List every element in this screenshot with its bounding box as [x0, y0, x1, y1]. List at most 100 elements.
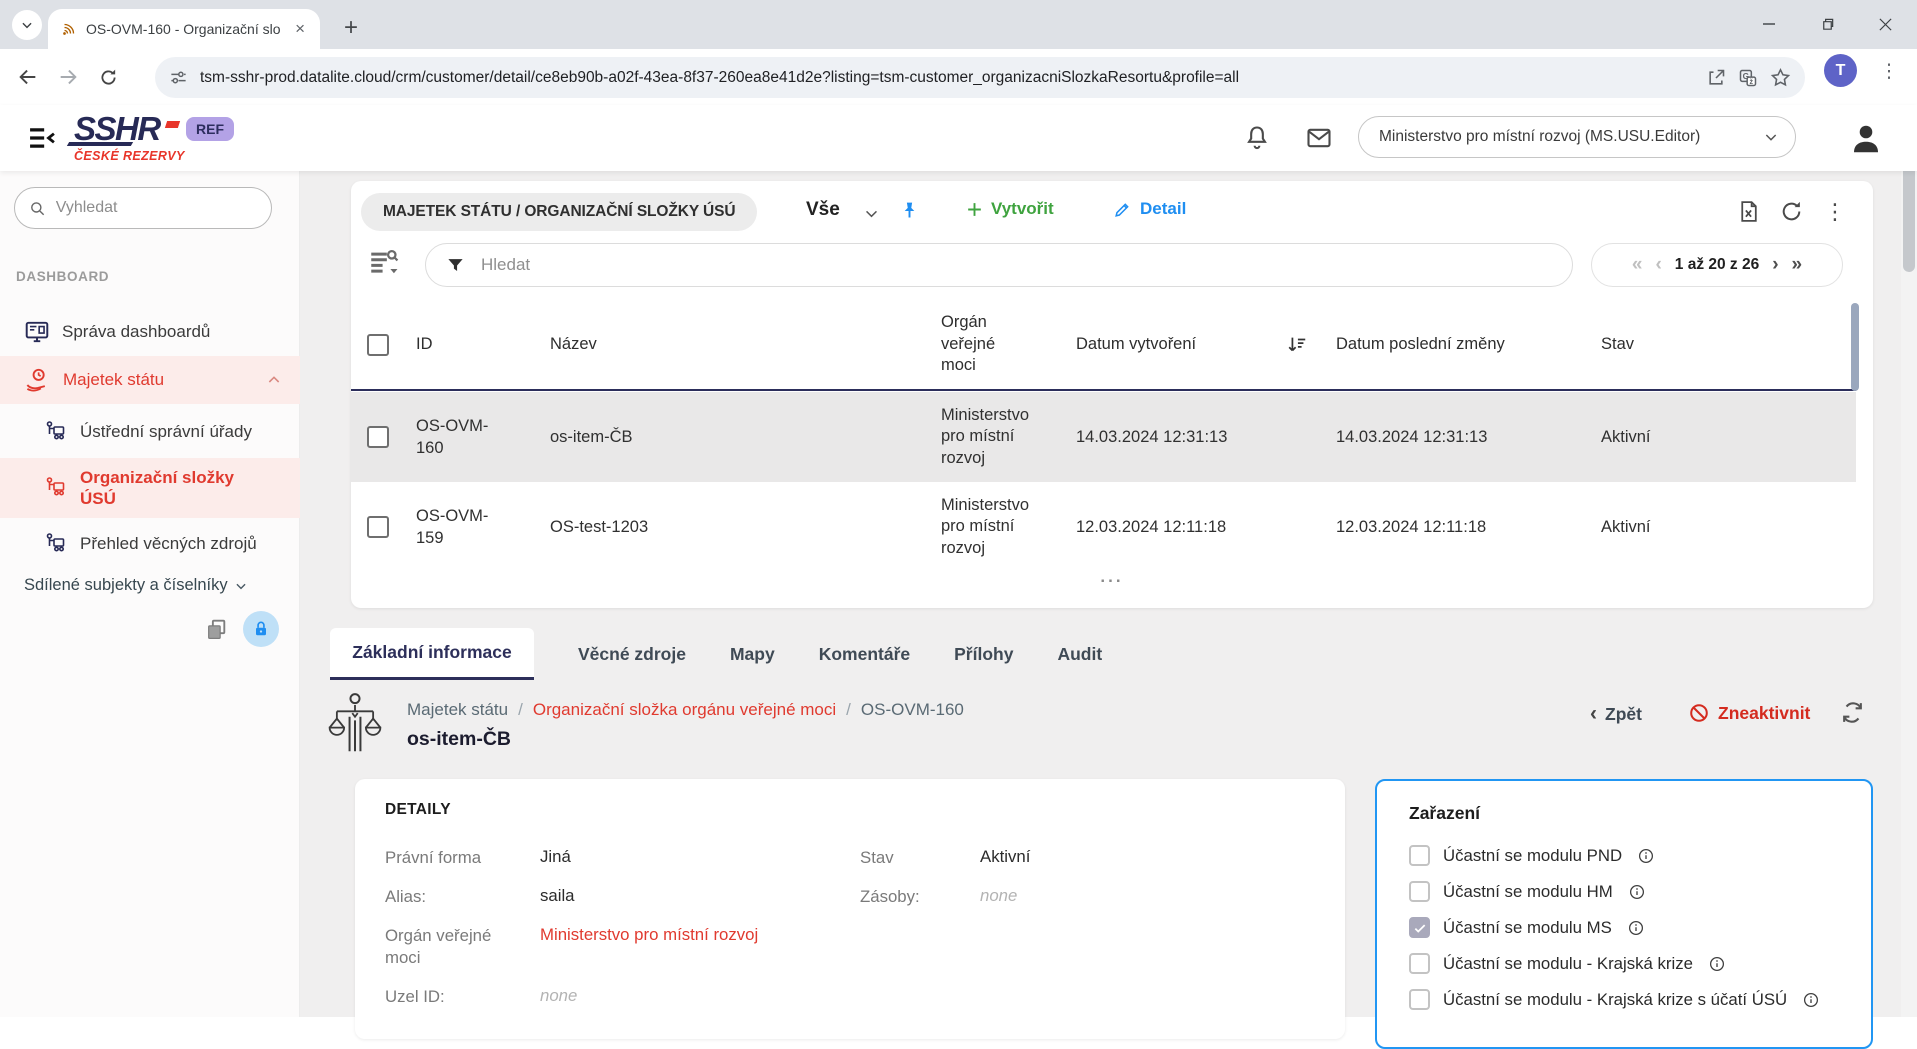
new-tab-button[interactable]: + [336, 13, 366, 43]
row-checkbox[interactable] [367, 516, 416, 538]
bookmark-star-icon[interactable] [1770, 67, 1791, 88]
tab-audit[interactable]: Audit [1057, 644, 1102, 665]
table-scrollbar-thumb[interactable] [1851, 303, 1859, 391]
tab-prilohy[interactable]: Přílohy [954, 644, 1013, 665]
person-icon [1848, 120, 1884, 156]
block-icon [1688, 702, 1710, 724]
view-filter-chevron[interactable] [863, 205, 880, 222]
translate-icon[interactable]: Gž [1738, 68, 1758, 88]
listing-search-input[interactable] [481, 255, 1552, 275]
tab-search-button[interactable] [12, 10, 42, 40]
breadcrumb-majetek-statu[interactable]: Majetek státu [407, 700, 508, 720]
listing-menu-button[interactable]: ⋮ [1824, 199, 1846, 225]
sync-record-button[interactable] [1840, 700, 1865, 725]
refresh-button[interactable] [1779, 199, 1804, 224]
sidebar-item-ustredni-spravni-urady[interactable]: Ústřední správní úřady [0, 408, 300, 456]
info-icon[interactable] [1802, 991, 1820, 1009]
chevron-down-icon [863, 205, 880, 222]
listing-search[interactable] [425, 243, 1573, 287]
sidebar-item-organizacni-slozky-usu[interactable]: Organizační složky ÚSÚ [0, 458, 300, 518]
sidebar-search[interactable] [14, 187, 272, 229]
module-pnd-checkbox-row[interactable]: Účastní se modulu PND [1409, 845, 1655, 866]
checkbox-unchecked[interactable] [1409, 953, 1430, 974]
user-avatar[interactable] [1848, 120, 1884, 156]
sidebar-shared-subjects-link[interactable]: Sdílené subjekty a číselníky [24, 576, 248, 595]
breadcrumb-organizacni-slozka[interactable]: Organizační složka orgánu veřejné moci [533, 700, 836, 720]
saved-filters-button[interactable] [367, 247, 401, 281]
column-header-datum-posledni-zmeny[interactable]: Datum poslední změny [1336, 335, 1601, 354]
checkbox-unchecked[interactable] [1409, 989, 1430, 1010]
sidebar-collapse-button[interactable] [24, 120, 60, 156]
back-label: Zpět [1605, 704, 1642, 725]
column-header-organ[interactable]: Orgán veřejné moci [941, 312, 1076, 376]
logo-subtitle: ČESKÉ REZERVY [74, 149, 185, 163]
tab-zakladni-informace[interactable]: Základní informace [330, 628, 534, 680]
module-krajska-krize-usu-checkbox-row[interactable]: Účastní se modulu - Krajská krize s účat… [1409, 989, 1820, 1010]
module-hm-checkbox-row[interactable]: Účastní se modulu HM [1409, 881, 1646, 902]
window-minimize-button[interactable] [1752, 8, 1786, 40]
module-krajska-krize-checkbox-row[interactable]: Účastní se modulu - Krajská krize [1409, 953, 1726, 974]
authority-link[interactable]: Ministerstvo pro místní rozvoj [540, 925, 758, 945]
copy-icon[interactable] [204, 617, 229, 642]
module-ms-checkbox-row[interactable]: Účastní se modulu MS [1409, 917, 1645, 938]
reload-button[interactable] [88, 57, 128, 97]
pin-view-button[interactable] [899, 200, 920, 221]
checkbox-checked[interactable] [1409, 917, 1430, 938]
browser-menu-button[interactable]: ⋮ [1874, 56, 1904, 86]
lock-button[interactable] [243, 611, 279, 647]
window-close-button[interactable] [1868, 8, 1902, 40]
sidebar-item-prehled-vecnych-zdroju[interactable]: Přehled věcných zdrojů [0, 520, 300, 568]
notifications-button[interactable] [1243, 124, 1273, 154]
column-header-datum-vytvoreni[interactable]: Datum vytvoření [1076, 334, 1336, 356]
export-excel-button[interactable] [1736, 199, 1761, 224]
module-hm-label: Účastní se modulu HM [1443, 882, 1613, 902]
table-row[interactable]: OS-OVM-159 OS-test-1203 Ministerstvo pro… [351, 482, 1856, 572]
tab-mapy[interactable]: Mapy [730, 644, 775, 665]
detail-tabs: Základní informace Věcné zdroje Mapy Kom… [330, 628, 1102, 680]
checkbox-unchecked[interactable] [1409, 881, 1430, 902]
info-icon[interactable] [1708, 955, 1726, 973]
menu-collapse-icon [27, 125, 57, 151]
pagination-next-button[interactable]: › [1772, 254, 1778, 276]
pagination-first-button[interactable]: « [1632, 254, 1643, 276]
column-header-stav[interactable]: Stav [1601, 335, 1856, 354]
address-bar[interactable]: tsm-sshr-prod.datalite.cloud/crm/custome… [155, 57, 1805, 98]
back-button[interactable] [8, 57, 48, 97]
tab-vecne-zdroje[interactable]: Věcné zdroje [578, 644, 686, 665]
pagination-prev-button[interactable]: ‹ [1655, 254, 1661, 276]
state-property-icon [24, 367, 51, 394]
table-row[interactable]: OS-OVM-160 os-item-ČB Ministerstvo pro m… [351, 392, 1856, 482]
back-to-list-button[interactable]: ‹ Zpět [1590, 702, 1642, 726]
info-icon[interactable] [1627, 919, 1645, 937]
deactivate-button[interactable]: Zneaktivnit [1688, 702, 1810, 724]
sidebar-item-majetek-statu[interactable]: Majetek státu [0, 356, 300, 404]
column-header-nazev[interactable]: Název [550, 335, 941, 354]
view-filter-select[interactable]: Vše [806, 199, 840, 221]
context-role-select[interactable]: Ministerstvo pro místní rozvoj (MS.USU.E… [1358, 116, 1796, 158]
select-all-checkbox[interactable] [367, 334, 416, 356]
checkbox-unchecked[interactable] [1409, 845, 1430, 866]
info-icon[interactable] [1628, 883, 1646, 901]
logo-red-dash [165, 121, 180, 128]
info-icon[interactable] [1637, 847, 1655, 865]
sort-descending-icon[interactable] [1286, 334, 1308, 356]
messages-button[interactable] [1305, 124, 1335, 154]
sidebar-search-input[interactable] [56, 199, 257, 217]
share-icon[interactable] [1706, 68, 1726, 88]
window-restore-button[interactable] [1810, 8, 1844, 40]
tab-komentare[interactable]: Komentáře [819, 644, 910, 665]
forward-button[interactable] [48, 57, 88, 97]
tab-close-icon[interactable]: × [292, 19, 308, 39]
app-logo[interactable]: SSHR ČESKÉ REZERVY [74, 112, 185, 163]
browser-tab[interactable]: OS-OVM-160 - Organizační slo × [48, 9, 320, 49]
more-rows-indicator[interactable]: ... [351, 567, 1873, 587]
legal-form-label: Právní forma [385, 847, 481, 869]
column-header-id[interactable]: ID [416, 335, 550, 354]
browser-profile-avatar[interactable]: T [1824, 54, 1857, 87]
create-button[interactable]: Vytvořit [965, 199, 1054, 219]
row-checkbox[interactable] [367, 426, 416, 448]
detail-button[interactable]: Detail [1113, 199, 1186, 219]
pagination-last-button[interactable]: » [1792, 254, 1803, 276]
browser-tab-strip: OS-OVM-160 - Organizační slo × + [0, 0, 1917, 49]
sidebar-item-sprava-dashboardu[interactable]: Správa dashboardů [0, 308, 300, 356]
